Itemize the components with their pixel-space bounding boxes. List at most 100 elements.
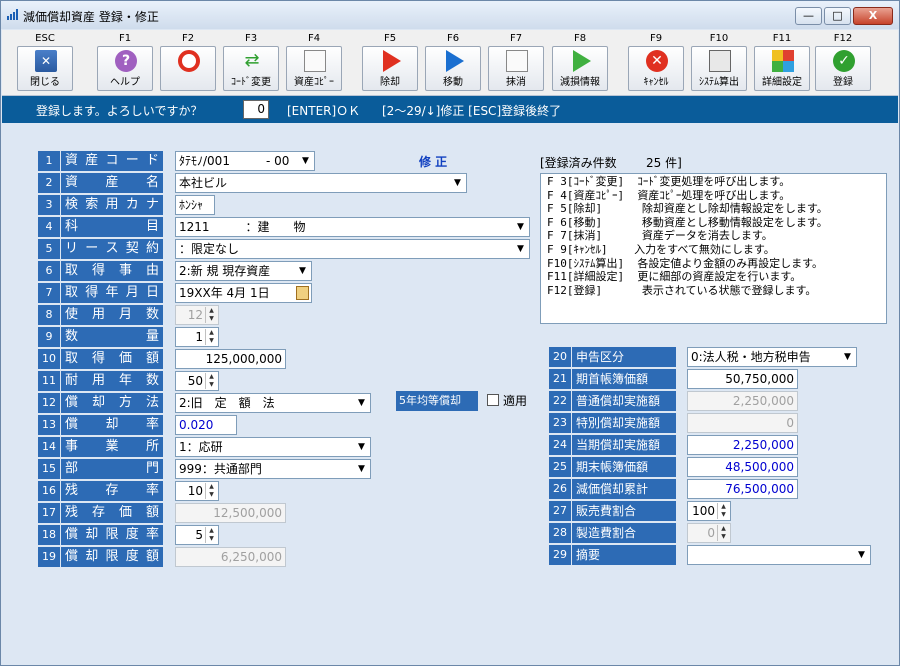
field-input-12[interactable]: 2:旧 定 額 法 ▼: [175, 393, 371, 413]
calendar-icon[interactable]: [296, 286, 309, 300]
function-key-label: F2: [181, 33, 195, 44]
toolbar-button-label: ｺｰﾄﾞ変更: [231, 77, 271, 88]
label-char: 償: [65, 395, 79, 410]
toolbar-f11-button[interactable]: 詳細設定: [754, 46, 810, 91]
chevron-down-icon[interactable]: ▼: [354, 439, 369, 455]
field-input-27[interactable]: 100 ▲ ▼: [687, 501, 731, 521]
spinner-arrows-icon[interactable]: ▲ ▼: [205, 307, 217, 323]
spinner-arrows-icon[interactable]: ▲ ▼: [205, 329, 217, 345]
toolbar-f5-button[interactable]: 除却: [362, 46, 418, 91]
field-input-25[interactable]: 48,500,000: [687, 457, 798, 477]
function-key-label: F12: [833, 33, 853, 44]
field-label-16: 残存率: [61, 481, 163, 501]
function-key-label: F11: [772, 33, 792, 44]
field-input-7[interactable]: 19XX年 4月 1日: [175, 283, 312, 303]
field-input-1[interactable]: ﾀﾃﾓﾉ/001 - 00 ▼: [175, 151, 315, 171]
chevron-down-icon[interactable]: ▼: [840, 349, 855, 365]
field-input-4[interactable]: 1211 ：建 物 ▼: [175, 217, 530, 237]
field-input-14[interactable]: 1：応研 ▼: [175, 437, 371, 457]
field-input-16[interactable]: 10 ▲ ▼: [175, 481, 219, 501]
field-input-13[interactable]: 0.020: [175, 415, 237, 435]
toolbar-button-label: ｼｽﾃﾑ算出: [699, 77, 739, 88]
toolbar-button-label: 除却: [380, 77, 400, 88]
chevron-down-icon[interactable]: ▼: [854, 547, 869, 563]
toolbar-f8-button[interactable]: 減損情報: [552, 46, 608, 91]
field-input-5[interactable]: ：限定なし ▼: [175, 239, 530, 259]
registered-count-label: [登録済み件数: [540, 156, 617, 170]
toolbar-f3-button[interactable]: ⇄ ｺｰﾄﾞ変更: [223, 46, 279, 91]
label-char: ス: [105, 241, 119, 256]
field-input-29[interactable]: ▼: [687, 545, 871, 565]
mode-indicator: 修 正: [419, 155, 448, 169]
field-input-20[interactable]: 0:法人税・地方税申告 ▼: [687, 347, 857, 367]
toolbar-f8-group: F8 減損情報: [551, 33, 609, 95]
field-number: 4: [38, 217, 60, 237]
field-label-4: 科目: [61, 217, 163, 237]
field-number: 1: [38, 151, 60, 171]
field-input-23[interactable]: 0: [687, 413, 798, 433]
field-input-6[interactable]: 2:新 規 現存資産 ▼: [175, 261, 312, 281]
field-input-3[interactable]: ﾎﾝｼｬ: [175, 195, 215, 215]
close-button[interactable]: X: [853, 7, 893, 25]
chevron-down-icon[interactable]: ▼: [298, 153, 313, 169]
label-char: 索: [85, 197, 99, 212]
toolbar-f12-group: F12 ✓ 登録: [814, 33, 872, 95]
label-char: ド: [145, 153, 159, 168]
label-char: 資: [65, 175, 79, 190]
field-input-17[interactable]: 12,500,000: [175, 503, 286, 523]
field-label-6: 取得事由: [61, 261, 163, 281]
five-year-equal-checkbox[interactable]: [487, 394, 499, 406]
field-input-10[interactable]: 125,000,000: [175, 349, 286, 369]
prompt-answer-input[interactable]: 0: [243, 100, 269, 119]
spinner-arrows-icon[interactable]: ▲ ▼: [717, 503, 729, 519]
chevron-down-icon[interactable]: ▼: [354, 395, 369, 411]
label-char: 事: [118, 263, 132, 278]
field-input-2[interactable]: 本社ビル ▼: [175, 173, 467, 193]
toolbar-f1-button[interactable]: ? ヘルプ: [97, 46, 153, 91]
toolbar-f10-button[interactable]: ｼｽﾃﾑ算出: [691, 46, 747, 91]
chevron-down-icon[interactable]: ▼: [450, 175, 465, 191]
field-input-18[interactable]: 5 ▲ ▼: [175, 525, 219, 545]
function-key-label: F9: [649, 33, 663, 44]
spinner-arrows-icon[interactable]: ▲ ▼: [205, 527, 217, 543]
app-chart-icon: [7, 9, 19, 20]
field-input-11[interactable]: 50 ▲ ▼: [175, 371, 219, 391]
field-input-28[interactable]: 0 ▲ ▼: [687, 523, 731, 543]
field-label-24: 当期償却実施額: [572, 435, 676, 455]
chevron-down-icon[interactable]: ▼: [513, 241, 528, 257]
field-input-26[interactable]: 76,500,000: [687, 479, 798, 499]
chevron-down-icon[interactable]: ▼: [513, 219, 528, 235]
minimize-button[interactable]: —: [795, 7, 822, 25]
toolbar-f2-button[interactable]: [160, 46, 216, 91]
chevron-down-icon[interactable]: ▼: [295, 263, 310, 279]
toolbar-f12-button[interactable]: ✓ 登録: [815, 46, 871, 91]
toolbar-esc-button[interactable]: ✕ 閉じる: [17, 46, 73, 91]
toolbar-f4-button[interactable]: 資産ｺﾋﾟｰ: [286, 46, 342, 91]
field-input-24[interactable]: 2,250,000: [687, 435, 798, 455]
label-char: 用: [91, 307, 105, 322]
toolbar-f9-group: F9 ✕ ｷｬﾝｾﾙ: [627, 33, 685, 95]
field-input-19[interactable]: 6,250,000: [175, 547, 286, 567]
field-input-21[interactable]: 50,750,000: [687, 369, 798, 389]
play-green-icon: [573, 50, 595, 72]
spinner-arrows-icon[interactable]: ▲ ▼: [717, 525, 729, 541]
label-char: 残: [65, 483, 79, 498]
function-key-label: ESC: [35, 33, 55, 44]
chevron-down-icon[interactable]: ▼: [354, 461, 369, 477]
label-char: 産: [85, 153, 99, 168]
five-year-equal-label: 5年均等償却: [396, 391, 478, 411]
toolbar-f6-button[interactable]: 移動: [425, 46, 481, 91]
label-char: 却: [85, 549, 99, 564]
toolbar-f7-button[interactable]: 抹消: [488, 46, 544, 91]
label-char: 得: [85, 285, 99, 300]
field-input-8[interactable]: 12 ▲ ▼: [175, 305, 219, 325]
spinner-arrows-icon[interactable]: ▲ ▼: [205, 483, 217, 499]
label-char: 年: [105, 285, 119, 300]
field-label-1: 資産コード: [61, 151, 163, 171]
toolbar-f9-button[interactable]: ✕ ｷｬﾝｾﾙ: [628, 46, 684, 91]
field-input-9[interactable]: 1 ▲ ▼: [175, 327, 219, 347]
field-input-15[interactable]: 999：共通部門 ▼: [175, 459, 371, 479]
field-input-22[interactable]: 2,250,000: [687, 391, 798, 411]
spinner-arrows-icon[interactable]: ▲ ▼: [205, 373, 217, 389]
maximize-button[interactable]: □: [824, 7, 851, 25]
